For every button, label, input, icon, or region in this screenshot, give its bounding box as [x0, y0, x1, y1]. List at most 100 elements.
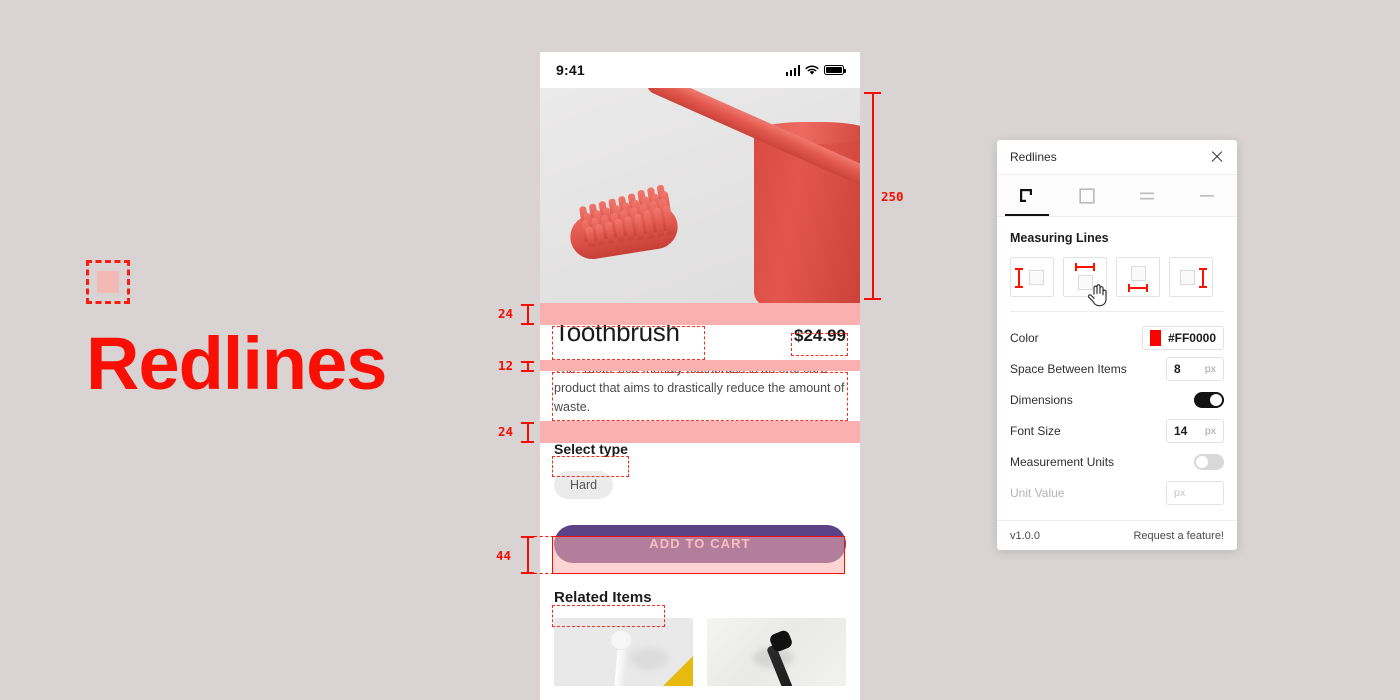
setting-unit-value: Unit Value px — [1010, 477, 1224, 508]
measuring-lines-heading: Measuring Lines — [1010, 231, 1109, 245]
option-measure-right[interactable] — [1169, 257, 1213, 297]
measuring-line-options — [1010, 257, 1224, 312]
setting-font-size: Font Size 14 px — [1010, 415, 1224, 446]
measurement-units-label: Measurement Units — [1010, 454, 1115, 469]
option-square-glyph — [1180, 270, 1195, 285]
panel-settings: Color #FF0000 Space Between Items 8 px D… — [997, 312, 1237, 520]
option-square-glyph — [1131, 266, 1146, 281]
redline-box-select-type — [552, 456, 629, 477]
font-size-value: 14 — [1174, 423, 1188, 438]
dimensions-label: Dimensions — [1010, 392, 1073, 407]
logo-inner-fill — [97, 271, 119, 293]
redline-box-title — [552, 326, 705, 360]
status-bar-icons — [785, 64, 846, 76]
close-icon[interactable] — [1210, 150, 1224, 164]
measure-line-cta-height — [527, 536, 529, 574]
measure-cap-top — [521, 536, 534, 538]
page-title: Redlines — [86, 322, 387, 405]
option-square-glyph — [1078, 275, 1093, 290]
tab-boxes[interactable] — [1057, 175, 1117, 216]
related-item-card[interactable] — [554, 617, 693, 686]
panel-tabs — [997, 175, 1237, 217]
redline-box-price — [791, 333, 848, 356]
panel-footer: v1.0.0 Request a feature! — [997, 520, 1237, 550]
option-measure-bottom[interactable] — [1116, 257, 1160, 297]
measure-label-cta-height: 44 — [496, 548, 512, 563]
unit-value-input[interactable]: px — [1166, 480, 1224, 505]
panel-body: Measuring Lines — [997, 217, 1237, 312]
screenshot-root: Redlines 9:41 Toothbrush $24.99 product … — [0, 0, 1400, 700]
toggle-knob — [1210, 393, 1222, 406]
wifi-icon — [805, 65, 819, 75]
measure-cap-top — [521, 304, 534, 306]
measure-right-icon — [1199, 268, 1207, 288]
related-items-grid — [554, 617, 846, 686]
single-line-icon — [1200, 194, 1214, 197]
square-outline-icon — [1079, 187, 1095, 204]
measure-cap-bottom — [521, 323, 534, 325]
redlines-plugin-panel: Redlines Measuring Lines Color #FF0000 S… — [997, 140, 1237, 550]
color-label: Color — [1010, 330, 1039, 345]
leader-line-bottom — [534, 573, 554, 574]
color-field[interactable]: #FF0000 — [1142, 325, 1224, 350]
space-between-items-label: Space Between Items — [1010, 361, 1127, 376]
measure-label-24-top: 24 — [498, 306, 514, 321]
setting-color: Color #FF0000 — [1010, 322, 1224, 353]
panel-title: Redlines — [1010, 150, 1057, 164]
product-hero-image — [540, 88, 860, 303]
measure-line-24-bottom — [527, 422, 529, 442]
measure-cap-top — [864, 92, 881, 94]
option-measure-left[interactable] — [1010, 257, 1054, 297]
spacing-band-title-desc — [540, 360, 860, 371]
status-bar-time: 9:41 — [556, 62, 585, 78]
spacing-band-image-title — [540, 303, 860, 325]
measure-cap-top — [521, 361, 534, 363]
measure-cap-bottom — [521, 441, 534, 443]
spacing-band-desc-select — [540, 421, 860, 443]
tab-single-line[interactable] — [1177, 175, 1237, 216]
version-label: v1.0.0 — [1010, 529, 1040, 542]
leader-line-top — [534, 536, 554, 537]
unit-value-label: Unit Value — [1010, 485, 1065, 500]
setting-space-between-items: Space Between Items 8 px — [1010, 353, 1224, 384]
measure-line-24-top — [527, 304, 529, 324]
redline-box-related-title — [552, 605, 665, 627]
measure-cap-bottom — [864, 298, 881, 300]
double-line-icon — [1140, 192, 1154, 199]
thumb-yellow-corner — [649, 655, 693, 686]
color-hex-value: #FF0000 — [1167, 330, 1216, 345]
tab-measuring-lines[interactable] — [997, 175, 1057, 216]
font-size-input[interactable]: 14 px — [1166, 418, 1224, 443]
font-size-label: Font Size — [1010, 423, 1061, 438]
color-swatch — [1150, 329, 1161, 346]
measure-bottom-icon — [1128, 284, 1148, 292]
measure-label-hero-height: 250 — [881, 189, 904, 204]
cellular-signal-icon — [785, 64, 800, 76]
option-square-glyph — [1029, 270, 1044, 285]
related-item-card[interactable] — [707, 617, 846, 686]
unit-value-placeholder: px — [1174, 486, 1186, 499]
measure-line-hero-height — [872, 92, 874, 300]
request-feature-link[interactable]: Request a feature! — [1133, 530, 1224, 542]
measure-cap-top — [521, 422, 534, 424]
measure-left-icon — [1015, 268, 1023, 288]
redline-box-description — [552, 372, 848, 421]
setting-dimensions: Dimensions — [1010, 384, 1224, 415]
panel-header: Redlines — [997, 140, 1237, 175]
measure-cap-bottom — [521, 572, 534, 574]
tab-spacing[interactable] — [1117, 175, 1177, 216]
font-size-unit: px — [1204, 424, 1216, 437]
thumb-head — [610, 629, 632, 650]
option-measure-top[interactable] — [1063, 257, 1107, 297]
status-bar: 9:41 — [540, 52, 860, 88]
related-items-title: Related Items — [554, 588, 652, 606]
measurement-units-toggle[interactable] — [1194, 453, 1224, 470]
dimensions-toggle[interactable] — [1194, 391, 1224, 408]
space-between-items-input[interactable]: 8 px — [1166, 356, 1224, 381]
dashed-square-icon — [86, 260, 130, 304]
setting-measurement-units: Measurement Units — [1010, 446, 1224, 477]
battery-full-icon — [824, 65, 846, 75]
space-unit: px — [1204, 362, 1216, 375]
redline-box-cta — [552, 536, 845, 574]
toggle-knob — [1196, 455, 1208, 468]
